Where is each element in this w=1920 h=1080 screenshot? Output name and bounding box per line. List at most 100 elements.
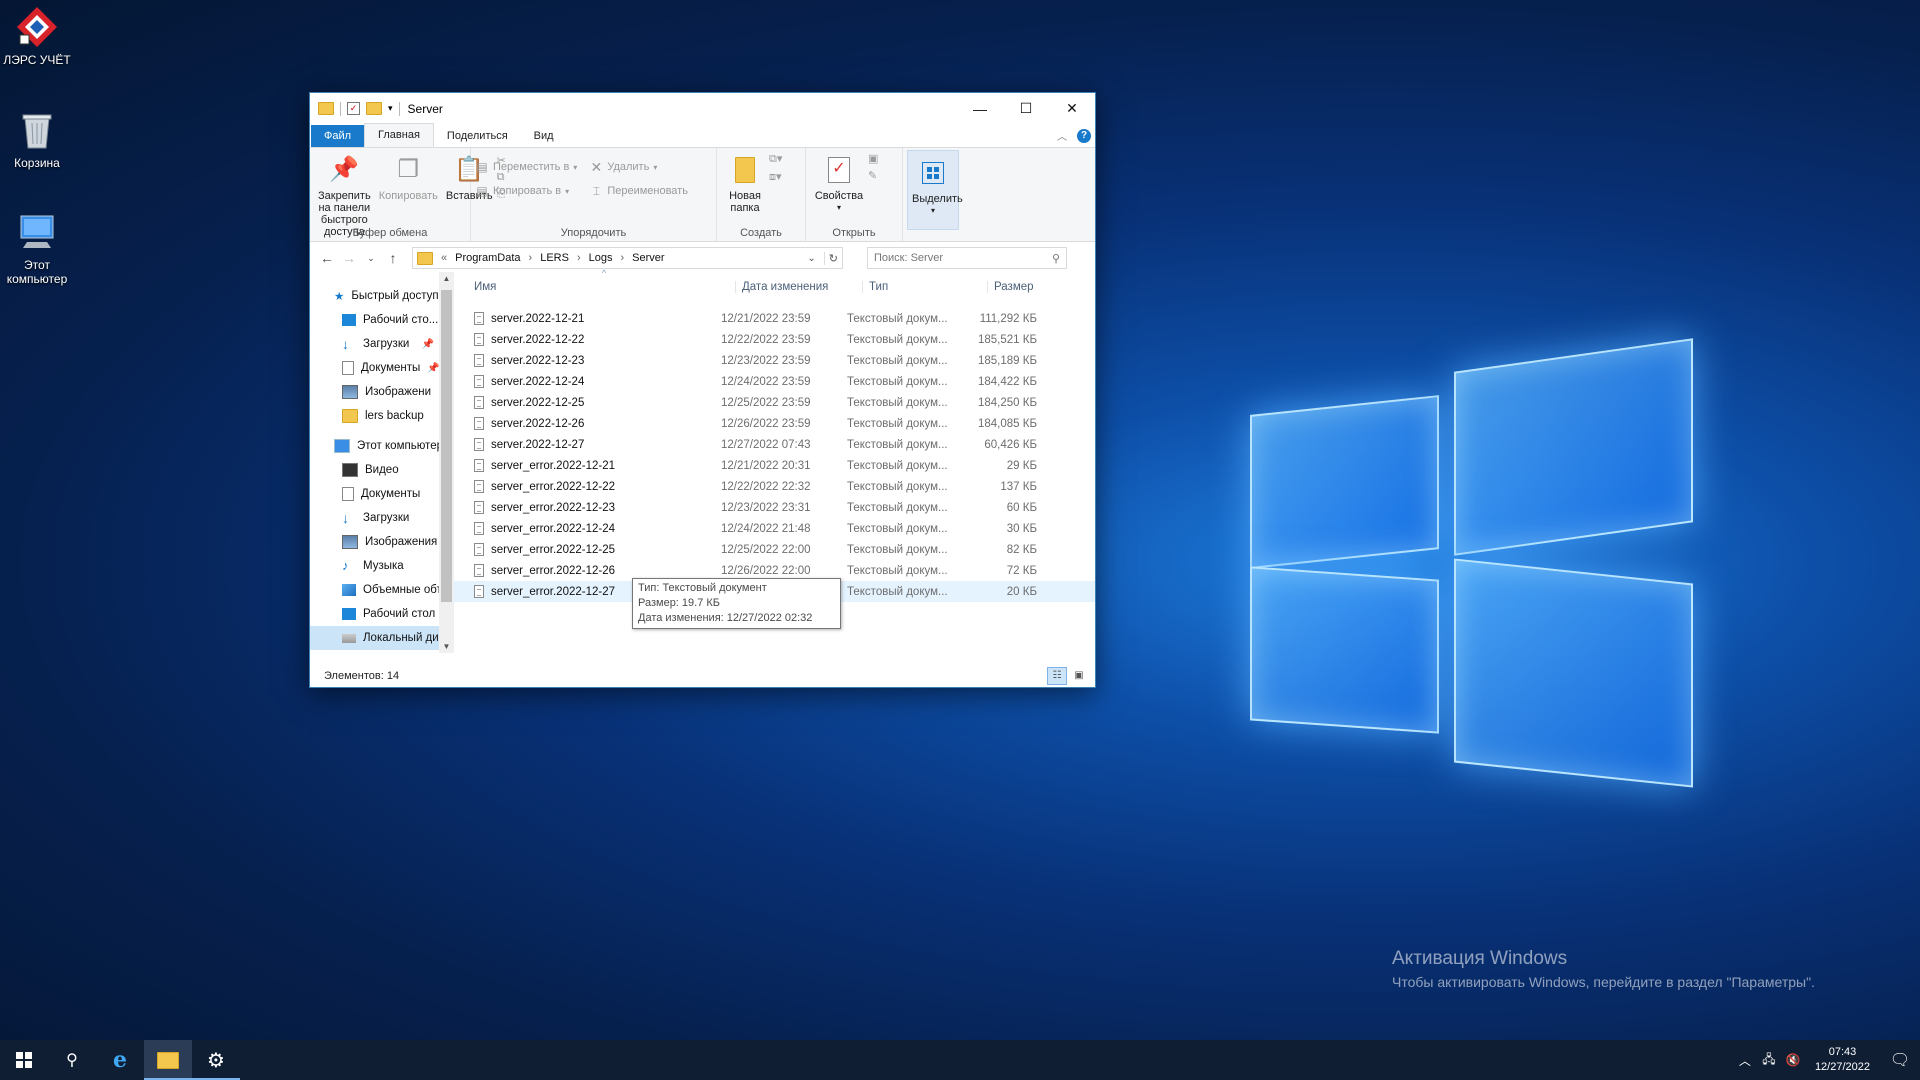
volume-muted-icon[interactable]: 🔇: [1781, 1053, 1805, 1067]
text-file-icon: [474, 354, 484, 367]
nav-item-pc-pictures[interactable]: Изображения: [310, 530, 454, 554]
open-icon[interactable]: ▣: [868, 152, 878, 165]
customize-toolbar-icon[interactable]: ▾: [388, 103, 393, 114]
nav-this-pc[interactable]: Этот компьютер: [310, 434, 454, 458]
file-name-cell: server_error.2022-12-25: [454, 543, 715, 556]
nav-item-pc-downloads[interactable]: ↓ Загрузки: [310, 506, 454, 530]
easy-access-icon[interactable]: ⧈▾: [769, 170, 782, 184]
recent-locations-chevron-icon[interactable]: ⌄: [360, 253, 382, 264]
scroll-down-icon[interactable]: ▼: [439, 642, 454, 651]
status-bar: Элементов: 14 ☷ ▣: [310, 665, 1095, 687]
edit-icon[interactable]: ✎: [868, 169, 878, 182]
table-row[interactable]: server_error.2022-12-23 12/23/2022 23:31 Т…: [454, 497, 1095, 518]
file-name-cell: server_error.2022-12-22: [454, 480, 715, 493]
table-row[interactable]: server_error.2022-12-25 12/25/2022 22:00 Т…: [454, 539, 1095, 560]
properties-quick-icon[interactable]: ✓: [347, 102, 360, 115]
tab-file[interactable]: Файл: [311, 125, 365, 147]
tray-chevron-icon[interactable]: ︿: [1733, 1052, 1757, 1069]
notifications-icon[interactable]: 🗨: [1880, 1050, 1920, 1070]
maximize-button[interactable]: ☐: [1003, 93, 1049, 124]
file-name: server_error.2022-12-22: [491, 480, 616, 493]
copy-to-button[interactable]: ▤ Копировать в ▾: [475, 184, 577, 198]
table-row[interactable]: server.2022-12-25 12/25/2022 23:59 Текстов…: [454, 392, 1095, 413]
nav-item-pc-desktop[interactable]: Рабочий стол: [310, 602, 454, 626]
tab-share[interactable]: Поделиться: [434, 125, 521, 147]
nav-item-pc-documents[interactable]: Документы: [310, 482, 454, 506]
start-button[interactable]: [0, 1040, 48, 1080]
rename-button[interactable]: ⌶ Переименовать: [589, 184, 688, 198]
search-input[interactable]: Поиск: Server ⚲: [867, 247, 1067, 269]
new-item-icon[interactable]: ⧉▾: [769, 152, 782, 166]
nav-item-local-disk[interactable]: Локальный дис: [310, 626, 454, 650]
address-row: ← → ⌄ ↑ « ProgramData › LERS › Logs › Se…: [310, 242, 1095, 274]
table-row[interactable]: server.2022-12-27 12/27/2022 07:43 Текстов…: [454, 434, 1095, 455]
nav-item-3d-objects[interactable]: Объемные объ: [310, 578, 454, 602]
minimize-button[interactable]: —: [957, 93, 1003, 124]
text-file-icon: [474, 522, 484, 535]
file-date: 12/21/2022 23:59: [721, 312, 811, 325]
column-header-date[interactable]: Дата изменения: [735, 281, 862, 293]
desktop-icon-this-pc[interactable]: Этот компьютер: [0, 210, 77, 286]
title-bar[interactable]: ✓ ▾ Server — ☐ ✕: [310, 93, 1095, 124]
clock[interactable]: 07:43 12/27/2022: [1805, 1045, 1880, 1075]
collapse-ribbon-icon[interactable]: ︿: [1057, 128, 1067, 143]
column-header-size[interactable]: Размер: [987, 281, 1070, 293]
column-header-name[interactable]: Имя: [454, 281, 735, 293]
details-view-icon[interactable]: ☷: [1047, 667, 1067, 685]
desktop-icon-lers[interactable]: ЛЭРС УЧЁТ: [0, 5, 77, 67]
close-button[interactable]: ✕: [1049, 93, 1095, 124]
breadcrumb-logs[interactable]: Logs: [589, 252, 613, 264]
folder-icon: [318, 102, 334, 115]
file-explorer-taskbar-button[interactable]: [144, 1040, 192, 1080]
table-row[interactable]: server_error.2022-12-21 12/21/2022 20:31 Т…: [454, 455, 1095, 476]
breadcrumb-lers[interactable]: LERS: [540, 252, 569, 264]
search-taskbar-button[interactable]: ⚲: [48, 1040, 96, 1080]
nav-item-desktop[interactable]: Рабочий сто...📌: [310, 308, 454, 332]
tab-home[interactable]: Главная: [364, 123, 434, 147]
nav-item-documents[interactable]: Документы 📌: [310, 356, 454, 380]
table-row[interactable]: server_error.2022-12-24 12/24/2022 21:48 Т…: [454, 518, 1095, 539]
table-row[interactable]: server.2022-12-23 12/23/2022 23:59 Текстов…: [454, 350, 1095, 371]
internet-explorer-taskbar-button[interactable]: e: [96, 1040, 144, 1080]
table-row[interactable]: server.2022-12-22 12/22/2022 23:59 Текстов…: [454, 329, 1095, 350]
nav-item-videos[interactable]: Видео: [310, 458, 454, 482]
file-name: server.2022-12-27: [491, 438, 585, 451]
nav-quick-access[interactable]: ★ Быстрый доступ: [310, 284, 454, 308]
scroll-up-icon[interactable]: ▲: [439, 274, 454, 283]
file-name: server.2022-12-22: [491, 333, 585, 346]
breadcrumb-server[interactable]: Server: [632, 252, 664, 264]
nav-item-downloads[interactable]: ↓ Загрузки 📌: [310, 332, 454, 356]
move-to-button[interactable]: ▤ Переместить в ▾: [475, 160, 577, 174]
back-arrow-icon[interactable]: ←: [316, 250, 338, 266]
file-date: 12/22/2022 22:32: [721, 480, 811, 493]
desktop-icon-recycle-bin[interactable]: Корзина: [0, 108, 77, 170]
delete-button[interactable]: ✕ Удалить ▾: [589, 160, 688, 174]
scroll-thumb[interactable]: [441, 290, 452, 602]
address-dropdown-icon[interactable]: ⌄: [807, 253, 815, 264]
table-row[interactable]: server.2022-12-26 12/26/2022 23:59 Текстов…: [454, 413, 1095, 434]
table-row[interactable]: server_error.2022-12-22 12/22/2022 22:32 Т…: [454, 476, 1095, 497]
network-icon[interactable]: 🖧: [1757, 1050, 1781, 1071]
breadcrumb-programdata[interactable]: ProgramData: [455, 252, 520, 264]
file-name-cell: server.2022-12-26: [454, 417, 715, 430]
refresh-icon[interactable]: ↻: [823, 251, 842, 265]
file-size: 82 КБ: [1006, 543, 1037, 556]
up-arrow-icon[interactable]: ↑: [382, 250, 404, 266]
nav-item-lers-backup[interactable]: lers backup: [310, 404, 454, 428]
tab-view[interactable]: Вид: [521, 125, 567, 147]
address-bar[interactable]: « ProgramData › LERS › Logs › Server ⌄ ↻: [412, 247, 843, 269]
table-row[interactable]: server.2022-12-21 12/21/2022 23:59 Текстов…: [454, 308, 1095, 329]
forward-arrow-icon[interactable]: →: [338, 250, 360, 266]
select-button[interactable]: Выделить ▾: [907, 150, 963, 230]
column-header-type[interactable]: Тип: [862, 281, 987, 293]
nav-scrollbar[interactable]: ▲ ▼: [439, 272, 454, 653]
table-row[interactable]: server.2022-12-24 12/24/2022 23:59 Текстов…: [454, 371, 1095, 392]
nav-item-pictures[interactable]: Изображени📌: [310, 380, 454, 404]
nav-item-music[interactable]: ♪ Музыка: [310, 554, 454, 578]
new-folder-quick-icon[interactable]: [366, 102, 382, 115]
help-icon[interactable]: ?: [1077, 128, 1091, 143]
select-grid-icon: [917, 157, 949, 189]
settings-taskbar-button[interactable]: ⚙: [192, 1040, 240, 1080]
large-icons-view-icon[interactable]: ▣: [1069, 667, 1089, 685]
file-name-cell: server.2022-12-23: [454, 354, 715, 367]
